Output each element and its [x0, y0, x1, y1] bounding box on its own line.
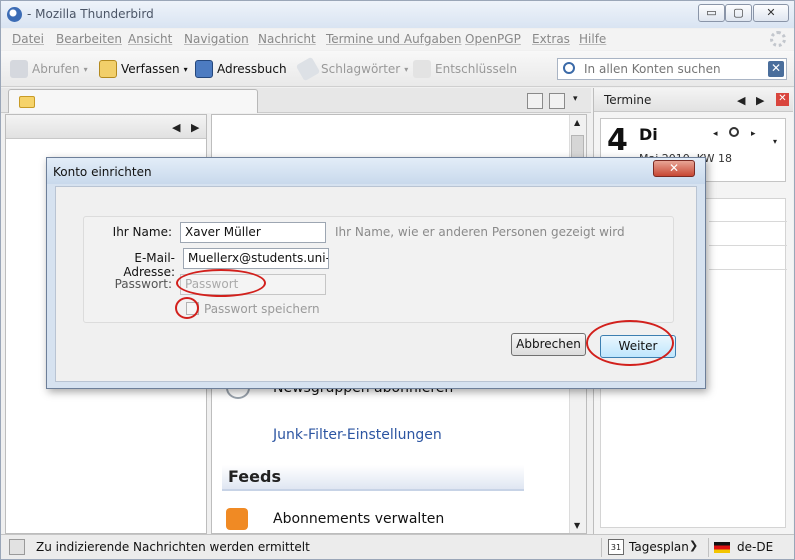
write-icon	[99, 60, 117, 78]
menu-nachricht[interactable]: Nachricht	[258, 32, 316, 46]
tags-button[interactable]: Schlagwörter ▾	[295, 56, 409, 82]
rss-icon	[226, 508, 248, 530]
account-fields-group: Ihr Name: Xaver Müller Ihr Name, wie er …	[83, 216, 674, 323]
window-title: - Mozilla Thunderbird	[27, 7, 154, 21]
tab-folder[interactable]	[8, 89, 258, 113]
scroll-up-icon[interactable]: ▲	[574, 118, 580, 127]
address-book-icon	[195, 60, 213, 78]
view-mode-chevron-icon[interactable]: ❯	[689, 539, 698, 552]
layout-icon[interactable]	[527, 93, 543, 109]
event-divider	[709, 221, 787, 222]
status-message: Zu indizierende Nachrichten werden ermit…	[36, 540, 310, 554]
minimize-button[interactable]: ▭	[698, 4, 725, 22]
password-label: Passwort:	[114, 277, 172, 291]
menu-ansicht[interactable]: Ansicht	[128, 32, 172, 46]
dropdown-arrow-icon: ▾	[404, 64, 409, 74]
email-label: E-Mail-Adresse:	[123, 251, 175, 279]
get-mail-button[interactable]: Abrufen ▾	[10, 60, 88, 78]
view-mode-label[interactable]: Tagesplan	[629, 540, 689, 554]
feeds-heading: Feeds	[222, 465, 524, 491]
manage-subscriptions-link[interactable]: Abonnements verwalten	[273, 511, 444, 527]
menu-navigation[interactable]: Navigation	[184, 32, 249, 46]
tags-label: Schlagwörter	[321, 62, 401, 76]
dialog-title: Konto einrichten	[53, 165, 152, 179]
dropdown-arrow-icon: ▾	[183, 64, 188, 74]
status-separator	[601, 538, 602, 557]
write-button[interactable]: Verfassen ▾	[99, 60, 188, 78]
event-divider	[709, 245, 787, 246]
event-divider	[709, 269, 787, 270]
menu-datei[interactable]: Datei	[12, 32, 44, 46]
search-input[interactable]	[584, 61, 764, 77]
name-label: Ihr Name:	[112, 225, 172, 239]
junk-settings-link[interactable]: Junk-Filter-Einstellungen	[273, 427, 442, 443]
day-number: 4	[607, 123, 628, 158]
address-book-button[interactable]: Adressbuch	[195, 60, 287, 78]
german-flag-icon	[714, 542, 730, 553]
dropdown-arrow-icon: ▾	[83, 64, 88, 74]
search-clear-button[interactable]: ✕	[768, 61, 784, 77]
tab-list-arrow-icon[interactable]: ▾	[573, 94, 578, 104]
thunderbird-window: - Mozilla Thunderbird ▭ ▢ ✕ Datei Bearbe…	[0, 0, 795, 560]
locale-label[interactable]: de-DE	[737, 540, 773, 554]
decrypt-icon	[413, 60, 431, 78]
status-icon	[9, 539, 25, 555]
today-pane-header: Termine ◀ ▶ ✕	[594, 88, 793, 112]
today-prev-arrow-icon[interactable]: ◀	[737, 94, 745, 107]
search-icon	[563, 62, 575, 74]
title-bar: - Mozilla Thunderbird ▭ ▢ ✕	[1, 1, 794, 28]
activity-throbber-icon	[770, 31, 786, 47]
dialog-body: Ihr Name: Xaver Müller Ihr Name, wie er …	[55, 186, 697, 382]
get-mail-icon	[10, 60, 28, 78]
menu-bearbeiten[interactable]: Bearbeiten	[56, 32, 122, 46]
next-view-arrow-icon[interactable]: ▶	[191, 121, 199, 134]
next-button[interactable]: Weiter	[600, 335, 676, 358]
password-field[interactable]: Passwort	[180, 274, 326, 295]
day-menu-arrow-icon[interactable]: ▾	[773, 137, 777, 146]
folder-icon	[19, 96, 35, 108]
prev-view-arrow-icon[interactable]: ◀	[172, 121, 180, 134]
day-prev-icon[interactable]: ◂	[713, 129, 718, 139]
remember-password-checkbox[interactable]	[186, 302, 199, 315]
write-label: Verfassen	[121, 62, 180, 76]
day-next-icon[interactable]: ▸	[751, 129, 756, 139]
decrypt-label: Entschlüsseln	[435, 62, 518, 76]
tag-icon	[295, 56, 321, 82]
maximize-button[interactable]: ▢	[725, 4, 752, 22]
calendar-day-icon: 31	[608, 539, 624, 555]
menu-openpgp[interactable]: OpenPGP	[465, 32, 521, 46]
scroll-down-icon[interactable]: ▼	[574, 521, 580, 530]
dialog-title-bar: Konto einrichten ✕	[47, 158, 705, 184]
get-mail-label: Abrufen	[32, 62, 80, 76]
weekday: Di	[639, 125, 658, 144]
close-today-pane-icon[interactable]: ✕	[776, 93, 789, 106]
search-box: ✕	[557, 58, 787, 80]
folder-pane-header: ◀ ▶	[6, 115, 206, 139]
today-next-arrow-icon[interactable]: ▶	[756, 94, 764, 107]
account-setup-dialog: Konto einrichten ✕ Ihr Name: Xaver Mülle…	[46, 157, 706, 389]
status-bar: Zu indizierende Nachrichten werden ermit…	[1, 534, 794, 559]
cancel-button[interactable]: Abbrechen	[511, 333, 586, 356]
today-pane-title: Termine	[604, 93, 652, 107]
remember-password-label: Passwort speichern	[204, 302, 320, 316]
tab-row	[1, 88, 591, 113]
menu-bar: Datei Bearbeiten Ansicht Navigation Nach…	[1, 29, 794, 50]
dialog-close-button[interactable]: ✕	[653, 160, 695, 177]
decrypt-button[interactable]: Entschlüsseln	[413, 60, 517, 78]
email-field[interactable]: Muellerx@students.uni-m	[183, 248, 329, 269]
menu-hilfe[interactable]: Hilfe	[579, 32, 606, 46]
menu-extras[interactable]: Extras	[532, 32, 570, 46]
today-circle-icon[interactable]	[729, 127, 739, 137]
name-hint: Ihr Name, wie er anderen Personen gezeig…	[335, 225, 625, 239]
address-book-label: Adressbuch	[217, 62, 287, 76]
status-separator	[708, 538, 709, 557]
close-window-button[interactable]: ✕	[753, 4, 789, 22]
menu-termine[interactable]: Termine und Aufgaben	[326, 32, 461, 46]
calendar-small-icon[interactable]	[549, 93, 565, 109]
thunderbird-icon	[7, 7, 22, 22]
name-field[interactable]: Xaver Müller	[180, 222, 326, 243]
